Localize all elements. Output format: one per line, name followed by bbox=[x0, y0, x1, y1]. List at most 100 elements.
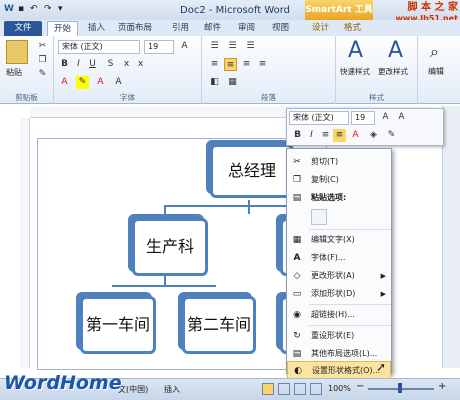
zoom-slider-thumb[interactable] bbox=[398, 383, 402, 393]
zoom-out-icon[interactable]: − bbox=[356, 381, 364, 392]
menu-hyperlink[interactable]: ◉ 超链接(H)... bbox=[287, 306, 391, 324]
redo-icon[interactable]: ↷ bbox=[44, 4, 52, 14]
tab-design[interactable]: 设计 bbox=[306, 21, 335, 36]
mini-bold-icon[interactable]: B bbox=[291, 129, 304, 142]
change-styles-icon[interactable]: A bbox=[388, 38, 403, 63]
save-icon[interactable]: ▪ bbox=[18, 4, 24, 14]
watermark-site-name: 脚 本 之 家 bbox=[407, 2, 458, 13]
document-title: Doc2 - Microsoft Word bbox=[180, 5, 291, 16]
mini-align-center-icon[interactable]: ≡ bbox=[333, 129, 346, 142]
multilevel-list-icon[interactable]: ☰ bbox=[244, 40, 257, 53]
menu-font[interactable]: A 字体(F)... bbox=[287, 249, 391, 267]
font-size-combo[interactable]: 19 bbox=[144, 40, 174, 54]
node-workshop-2[interactable]: 第二车间 bbox=[182, 296, 256, 354]
menu-copy[interactable]: ❐ 复制(C) bbox=[287, 171, 391, 189]
hyperlink-icon: ◉ bbox=[293, 310, 301, 320]
tab-mailings[interactable]: 邮件 bbox=[198, 21, 227, 36]
zoom-level[interactable]: 100% bbox=[328, 384, 351, 393]
menu-paste-options: ▤ 粘贴选项: bbox=[287, 189, 391, 207]
char-shading-icon[interactable]: A bbox=[112, 76, 125, 89]
undo-icon[interactable]: ↶ bbox=[30, 4, 38, 14]
paste-button[interactable]: 粘贴 bbox=[6, 67, 22, 78]
menu-change-shape[interactable]: ◇ 更改形状(A) ▶ bbox=[287, 267, 391, 285]
menu-add-shape[interactable]: ▭ 添加形状(D) ▶ bbox=[287, 285, 391, 303]
menu-label: 字体(F)... bbox=[311, 253, 346, 262]
align-right-icon[interactable]: ≡ bbox=[240, 58, 253, 71]
menu-edit-text[interactable]: ▦ 编辑文字(X) bbox=[287, 231, 391, 249]
bold-icon[interactable]: B bbox=[58, 58, 71, 71]
text-effects-icon[interactable]: A bbox=[58, 76, 71, 89]
superscript-icon[interactable]: x bbox=[134, 58, 147, 71]
tab-insert[interactable]: 插入 bbox=[82, 21, 111, 36]
bullets-icon[interactable]: ☰ bbox=[208, 40, 221, 53]
font-name-combo[interactable]: 宋体 (正文) bbox=[58, 40, 140, 54]
italic-icon[interactable]: I bbox=[72, 58, 85, 71]
web-layout-icon[interactable] bbox=[294, 383, 306, 395]
mini-italic-icon[interactable]: I bbox=[305, 129, 318, 142]
mini-font-color-icon[interactable]: A bbox=[349, 129, 362, 142]
quick-styles-icon[interactable]: A bbox=[348, 38, 363, 63]
mini-outline-icon[interactable]: ✎ bbox=[385, 129, 398, 142]
zoom-in-icon[interactable]: + bbox=[438, 381, 446, 392]
tab-home[interactable]: 开始 bbox=[47, 21, 79, 36]
strikethrough-icon[interactable]: S bbox=[104, 58, 117, 71]
clipboard-group-label: 剪贴板 bbox=[15, 93, 38, 102]
language-status[interactable]: 文(中国) bbox=[118, 384, 148, 395]
mini-align-left-icon[interactable]: ≡ bbox=[319, 129, 332, 142]
menu-label: 重设形状(E) bbox=[311, 331, 355, 340]
align-center-icon[interactable]: ≡ bbox=[224, 58, 237, 71]
mini-shrink-font-icon[interactable]: A bbox=[395, 111, 408, 124]
menu-cut[interactable]: ✂ 剪切(T) bbox=[287, 153, 391, 171]
tab-file[interactable]: 文件 bbox=[4, 21, 42, 36]
find-icon[interactable]: ⌕ bbox=[430, 42, 439, 62]
mini-font-name[interactable]: 宋体 (正文) bbox=[289, 111, 349, 125]
node-workshop-1[interactable]: 第一车间 bbox=[80, 296, 156, 354]
word-icon[interactable]: W bbox=[4, 4, 14, 14]
node-production[interactable]: 生产科 bbox=[132, 218, 208, 276]
tab-references[interactable]: 引用 bbox=[166, 21, 195, 36]
insert-mode-status[interactable]: 插入 bbox=[164, 384, 180, 395]
outline-icon[interactable] bbox=[310, 383, 322, 395]
menu-reset-shape[interactable]: ↻ 重设形状(E) bbox=[287, 327, 391, 345]
font-color-icon[interactable]: A bbox=[94, 76, 107, 89]
format-painter-icon[interactable]: ✎ bbox=[36, 68, 49, 81]
full-screen-icon[interactable] bbox=[278, 383, 290, 395]
shading-icon[interactable]: ◧ bbox=[208, 76, 221, 89]
underline-icon[interactable]: U bbox=[86, 58, 99, 71]
tab-review[interactable]: 审阅 bbox=[232, 21, 261, 36]
align-left-icon[interactable]: ≡ bbox=[208, 58, 221, 71]
paste-icon: ▤ bbox=[292, 193, 302, 203]
quick-styles-button[interactable]: 快速样式 bbox=[340, 66, 370, 77]
vertical-ruler[interactable] bbox=[20, 118, 30, 368]
highlight-icon[interactable]: ✎ bbox=[76, 76, 89, 89]
numbering-icon[interactable]: ☰ bbox=[226, 40, 239, 53]
mini-font-size[interactable]: 19 bbox=[351, 111, 375, 125]
cut-icon[interactable]: ✂ bbox=[36, 40, 49, 53]
paste-icon[interactable] bbox=[6, 40, 28, 64]
qat-customize-icon[interactable]: ▾ bbox=[58, 4, 63, 14]
change-styles-button[interactable]: 更改样式 bbox=[378, 66, 408, 77]
menu-label: 剪切(T) bbox=[311, 157, 339, 166]
copy-icon[interactable]: ❐ bbox=[36, 54, 49, 67]
subscript-icon[interactable]: x bbox=[120, 58, 133, 71]
edit-button[interactable]: 编辑 bbox=[428, 66, 444, 77]
borders-icon[interactable]: ▦ bbox=[226, 76, 239, 89]
mini-fill-icon[interactable]: ◈ bbox=[367, 129, 380, 142]
vertical-scrollbar[interactable] bbox=[442, 106, 460, 368]
mini-grow-font-icon[interactable]: A bbox=[379, 111, 392, 124]
context-menu: ✂ 剪切(T) ❐ 复制(C) ▤ 粘贴选项: ▦ 编辑文字(X) A 字体(F)... … bbox=[286, 148, 392, 379]
justify-icon[interactable]: ≡ bbox=[256, 58, 269, 71]
copy-icon: ❐ bbox=[292, 175, 302, 185]
tab-view[interactable]: 视图 bbox=[266, 21, 295, 36]
smartart-tools-label: SmartArt 工具 bbox=[305, 0, 373, 20]
menu-label: 复制(C) bbox=[311, 175, 339, 184]
node-general-manager[interactable]: 总经理 bbox=[210, 144, 294, 198]
clipboard-group: 粘贴 ✂ ❐ ✎ 剪贴板 bbox=[0, 36, 54, 104]
print-layout-icon[interactable] bbox=[262, 383, 274, 395]
reset-shape-icon: ↻ bbox=[293, 331, 301, 341]
tab-format[interactable]: 格式 bbox=[338, 21, 367, 36]
tab-page-layout[interactable]: 页面布局 bbox=[112, 21, 158, 36]
paste-option-button[interactable] bbox=[311, 209, 327, 225]
menu-separator bbox=[309, 325, 391, 326]
grow-font-icon[interactable]: A bbox=[178, 40, 191, 53]
